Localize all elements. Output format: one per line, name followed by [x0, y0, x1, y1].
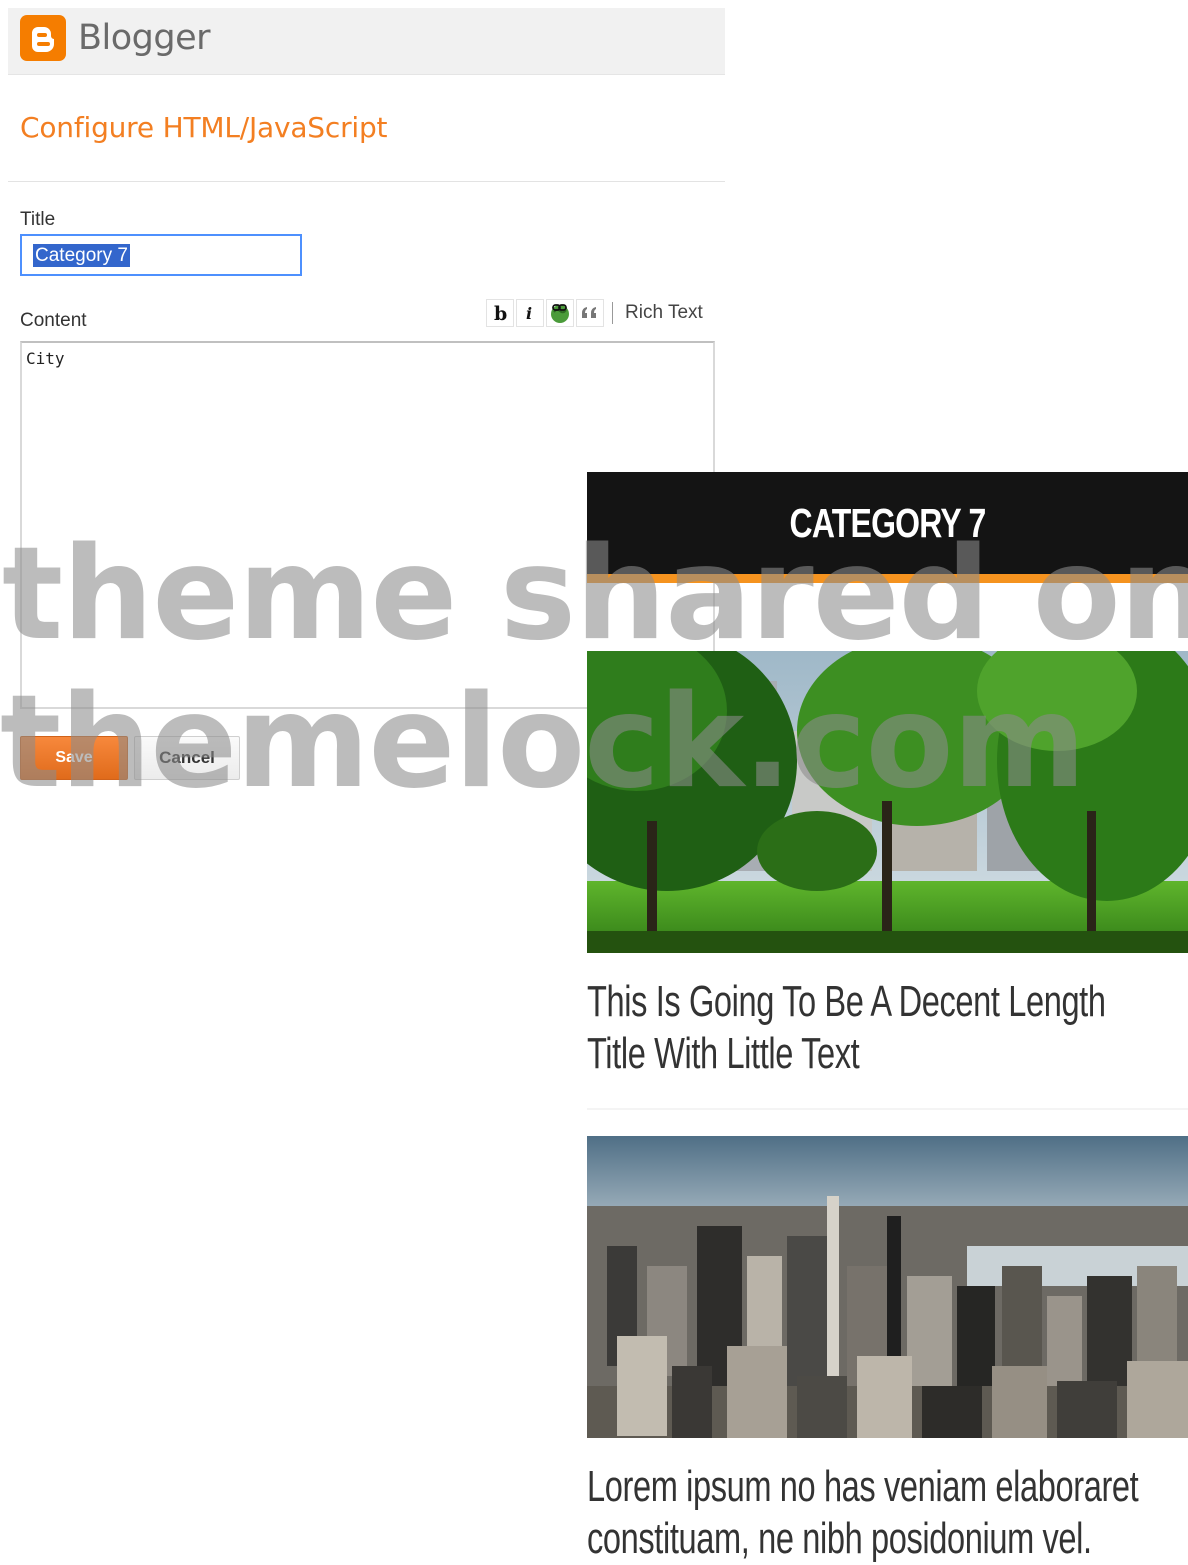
svg-text:i: i: [526, 304, 532, 323]
post-divider: [587, 1108, 1188, 1110]
content-label: Content: [20, 310, 87, 331]
italic-icon[interactable]: i: [516, 299, 544, 327]
editor-toolbar: b i Rich Text: [486, 297, 703, 329]
cancel-button[interactable]: Cancel: [134, 736, 240, 780]
page-title: Configure HTML/JavaScript: [20, 111, 388, 144]
post-title[interactable]: Lorem ipsum no has veniam elaboraret con…: [587, 1461, 1149, 1565]
city-park-image[interactable]: [587, 651, 1188, 953]
quote-icon[interactable]: [576, 299, 604, 327]
blogger-logo-icon[interactable]: [20, 15, 66, 61]
widget-accent-bar: [587, 574, 1188, 583]
divider: [8, 181, 725, 182]
rich-text-link[interactable]: Rich Text: [625, 302, 703, 324]
save-button[interactable]: Save: [20, 736, 128, 780]
blogger-brand-text: Blogger: [78, 18, 211, 58]
title-input-value: Category 7: [33, 244, 130, 267]
widget-heading: CATEGORY 7: [789, 499, 987, 546]
bold-icon[interactable]: b: [486, 299, 514, 327]
post-title[interactable]: This Is Going To Be A Decent Length Titl…: [587, 976, 1149, 1080]
widget-header: CATEGORY 7: [587, 472, 1188, 574]
blogger-header-bar: Blogger: [8, 8, 725, 75]
toolbar-separator: [612, 302, 613, 324]
city-skyline-image[interactable]: [587, 1136, 1188, 1438]
link-icon[interactable]: [546, 299, 574, 327]
title-input[interactable]: Category 7: [20, 234, 302, 276]
svg-text:b: b: [494, 303, 507, 323]
title-label: Title: [20, 209, 56, 230]
